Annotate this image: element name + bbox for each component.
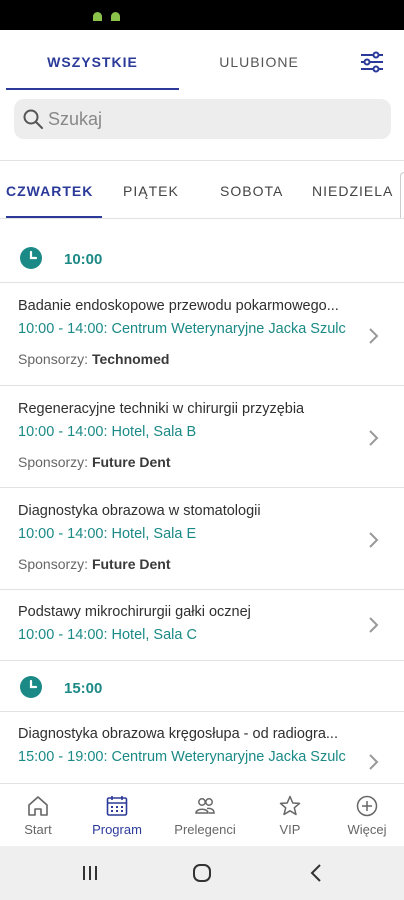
status-bar — [0, 0, 404, 30]
session-place: 15:00 - 19:00: Centrum Weterynaryjne Jac… — [18, 749, 346, 765]
tab-day-saturday[interactable]: SOBOTA — [220, 162, 283, 218]
nav-label: VIP — [279, 822, 301, 837]
chevron-right-icon — [369, 754, 379, 770]
tab-day-thursday[interactable]: CZWARTEK — [6, 162, 102, 218]
star-icon — [279, 795, 301, 816]
session-title: Diagnostyka obrazowa w stomatologii — [18, 503, 261, 519]
sponsor-name: Technomed — [91, 351, 170, 367]
session-place: 10:00 - 14:00: Hotel, Sala B — [18, 424, 197, 440]
session-card[interactable]: Regeneracyjne techniki w chirurgii przyz… — [0, 385, 404, 487]
tab-favorites[interactable]: ULUBIONE — [179, 30, 339, 90]
sponsor-name: Future Dent — [91, 454, 171, 470]
nav-vip[interactable]: VIP — [250, 784, 330, 847]
recent-apps-icon[interactable] — [78, 862, 102, 884]
nav-label: Program — [92, 822, 142, 837]
tab-day-label: PIĄTEK — [123, 183, 179, 199]
session-card[interactable]: Diagnostyka obrazowa kręgosłupa - od rad… — [0, 711, 404, 783]
people-icon — [195, 798, 215, 814]
filter-sliders-icon[interactable] — [358, 50, 386, 74]
chevron-right-icon — [369, 430, 379, 446]
session-place: 10:00 - 14:00: Centrum Weterynaryjne Jac… — [18, 321, 346, 337]
clock-icon — [20, 676, 42, 698]
session-list[interactable]: 10:00 Badanie endoskopowe przewodu pokar… — [0, 218, 404, 783]
tab-day-label: CZWARTEK — [6, 183, 94, 199]
scroll-edge — [400, 172, 404, 218]
search-input[interactable] — [48, 99, 378, 139]
tab-underline — [6, 88, 179, 90]
nav-wiecej[interactable]: Więcej — [327, 784, 404, 847]
time-label: 15:00 — [64, 680, 103, 697]
session-card[interactable]: Badanie endoskopowe przewodu pokarmowego… — [0, 282, 404, 385]
session-sponsor: Sponsorzy: Technomed — [18, 351, 169, 367]
tab-day-label: NIEDZIELA — [312, 183, 394, 199]
nav-program[interactable]: Program — [77, 784, 157, 847]
session-title: Badanie endoskopowe przewodu pokarmowego… — [18, 298, 339, 314]
chevron-right-icon — [369, 532, 379, 548]
home-icon — [28, 796, 48, 816]
sponsor-label: Sponsorzy: — [18, 454, 89, 470]
sponsor-label: Sponsorzy: — [18, 556, 89, 572]
session-title: Podstawy mikrochirurgii gałki ocznej — [18, 604, 251, 620]
nav-label: Prelegenci — [174, 822, 236, 837]
time-label: 10:00 — [64, 251, 103, 268]
divider — [0, 160, 404, 161]
session-card[interactable]: Podstawy mikrochirurgii gałki ocznej 10:… — [0, 589, 404, 660]
chevron-right-icon — [369, 328, 379, 344]
search-icon — [23, 109, 43, 129]
session-sponsor: Sponsorzy: Future Dent — [18, 556, 171, 572]
android-icon — [111, 12, 120, 21]
nav-label: Więcej — [347, 822, 387, 837]
day-tabs: CZWARTEK PIĄTEK SOBOTA NIEDZIELA — [0, 162, 404, 218]
tab-day-label: SOBOTA — [220, 183, 284, 199]
session-card[interactable]: Diagnostyka obrazowa w stomatologii 10:0… — [0, 487, 404, 589]
nav-label: Start — [24, 822, 52, 837]
sponsor-name: Future Dent — [91, 556, 171, 572]
session-title: Regeneracyjne techniki w chirurgii przyz… — [18, 401, 305, 417]
tab-day-sunday[interactable]: NIEDZIELA — [312, 162, 393, 218]
clock-icon — [20, 247, 42, 269]
search-box[interactable] — [14, 99, 391, 139]
bottom-nav: Start Program Prelegenci VIP Więcej — [0, 783, 404, 846]
session-place: 10:00 - 14:00: Hotel, Sala E — [18, 526, 197, 542]
tab-day-friday[interactable]: PIĄTEK — [123, 162, 179, 218]
tab-all-label: WSZYSTKIE — [47, 54, 138, 70]
session-place: 10:00 - 14:00: Hotel, Sala C — [18, 627, 197, 643]
calendar-icon — [106, 796, 128, 816]
session-title: Diagnostyka obrazowa kręgosłupa - od rad… — [18, 726, 338, 742]
home-button-icon[interactable] — [190, 862, 214, 884]
sponsor-label: Sponsorzy: — [18, 351, 89, 367]
nav-start[interactable]: Start — [0, 784, 78, 847]
chevron-right-icon — [369, 617, 379, 633]
system-nav-bar — [0, 846, 404, 900]
session-sponsor: Sponsorzy: Future Dent — [18, 454, 171, 470]
android-icon — [93, 12, 102, 21]
back-icon[interactable] — [305, 862, 329, 884]
plus-circle-icon — [356, 795, 378, 817]
nav-prelegenci[interactable]: Prelegenci — [165, 784, 245, 847]
tab-all[interactable]: WSZYSTKIE — [6, 30, 179, 90]
top-tabs: WSZYSTKIE ULUBIONE — [0, 30, 404, 90]
tab-favorites-label: ULUBIONE — [219, 54, 299, 70]
